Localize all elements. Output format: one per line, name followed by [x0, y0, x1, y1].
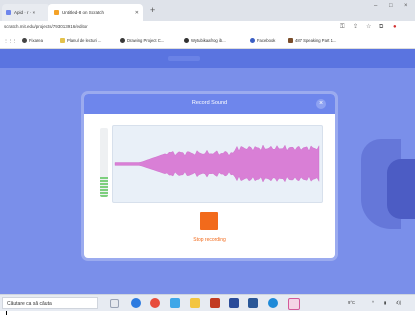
- minimize-icon[interactable]: –: [374, 3, 377, 9]
- chrome-icon[interactable]: [150, 298, 160, 308]
- apps-icon[interactable]: ⋮⋮⋮: [4, 38, 17, 43]
- bookmark-2[interactable]: Planul de lecturi ...: [60, 38, 101, 43]
- taskbar: Căutare ca să căuta 9°C ^ ▮ 4)): [0, 294, 415, 311]
- browser-tabstrip: Apid · r · × Untitled-8 on Scratch ✕ + –…: [0, 0, 415, 21]
- bookmark-label: Drawing Project C...: [127, 38, 165, 43]
- powerpoint-icon[interactable]: [210, 298, 220, 308]
- address-bar[interactable]: scratch.mit.edu/projects/793013916/edito…: [0, 21, 415, 36]
- bookmark-4[interactable]: Wytubikaafrog ib...: [184, 38, 226, 43]
- taskbar-search-input[interactable]: Căutare ca să căuta: [2, 297, 98, 309]
- bookmarks-bar: ⋮⋮⋮ Fixarea Planul de lecturi ... Drawin…: [0, 35, 415, 49]
- tab-label: Apid · r · ×: [14, 10, 36, 15]
- maximize-icon[interactable]: □: [389, 3, 393, 9]
- file-explorer-icon[interactable]: [190, 298, 200, 308]
- waveform-path: [114, 144, 320, 183]
- url-text: scratch.mit.edu/projects/793013916/edito…: [4, 24, 88, 29]
- dialog-title: Record Sound: [191, 100, 228, 106]
- tab-favicon-icon: [6, 10, 11, 15]
- bookmark-5[interactable]: Facebook: [250, 38, 275, 43]
- stop-recording-label[interactable]: Stop recording: [84, 237, 335, 243]
- extension-icon[interactable]: ⧉: [379, 24, 383, 31]
- mail-icon[interactable]: [229, 298, 239, 308]
- key-icon[interactable]: ⚿: [340, 24, 345, 31]
- level-segment: [100, 186, 108, 188]
- level-segment: [100, 180, 108, 182]
- bookmark-6[interactable]: 487 Speaking Part 1...: [288, 38, 336, 43]
- paint-icon[interactable]: [288, 298, 300, 310]
- bookmark-3[interactable]: Drawing Project C...: [120, 38, 164, 43]
- profile-icon[interactable]: ●: [393, 24, 397, 31]
- edge-icon[interactable]: [131, 298, 141, 308]
- share-icon[interactable]: ⇪: [353, 24, 358, 31]
- level-segment: [100, 183, 108, 185]
- browser-tab-1[interactable]: Apid · r · ×: [2, 4, 50, 21]
- waveform-area: [112, 125, 323, 203]
- bottom-strip: [0, 311, 415, 315]
- volume-icon[interactable]: 4)): [396, 300, 401, 305]
- waveform-svg: [114, 144, 320, 183]
- new-tab-button[interactable]: +: [150, 6, 155, 15]
- star-icon[interactable]: ☆: [366, 24, 371, 31]
- level-segment: [100, 177, 108, 179]
- store-icon[interactable]: [170, 298, 180, 308]
- text-cursor: [6, 311, 7, 315]
- dialog-header: Record Sound ×: [84, 94, 335, 114]
- bookmark-label: 487 Speaking Part 1...: [295, 38, 337, 43]
- bookmark-label: Fixarea: [29, 38, 43, 43]
- bookmark-label: Facebook: [257, 38, 276, 43]
- level-segment: [100, 189, 108, 191]
- level-segment: [100, 195, 108, 197]
- bookmark-1[interactable]: Fixarea: [22, 38, 43, 43]
- weather-text[interactable]: 9°C: [348, 300, 355, 305]
- app-icon[interactable]: [268, 298, 278, 308]
- input-level-fill: [100, 176, 108, 197]
- stop-recording-button[interactable]: [200, 212, 218, 230]
- record-sound-dialog: Record Sound × Stop recording: [84, 94, 335, 258]
- sprite-shadow-icon: [387, 159, 415, 219]
- tray-chevron-icon[interactable]: ^: [372, 300, 374, 305]
- word-icon[interactable]: [248, 298, 258, 308]
- close-tab-icon[interactable]: ✕: [135, 10, 139, 16]
- bookmark-label: Wytubikaafrog ib...: [191, 38, 226, 43]
- level-segment: [100, 192, 108, 194]
- task-view-icon[interactable]: [110, 299, 119, 308]
- menubar-item[interactable]: [168, 56, 200, 61]
- scratch-menubar: [0, 49, 415, 68]
- bookmark-label: Planul de lecturi ...: [67, 38, 102, 43]
- battery-icon[interactable]: ▮: [384, 300, 386, 305]
- browser-tab-scratch[interactable]: Untitled-8 on Scratch ✕: [48, 4, 143, 21]
- tab-label: Untitled-8 on Scratch: [62, 10, 105, 15]
- close-icon[interactable]: ×: [316, 99, 326, 109]
- close-window-icon[interactable]: ×: [404, 3, 408, 9]
- input-level-meter: [100, 128, 108, 197]
- scratch-favicon-icon: [54, 10, 59, 15]
